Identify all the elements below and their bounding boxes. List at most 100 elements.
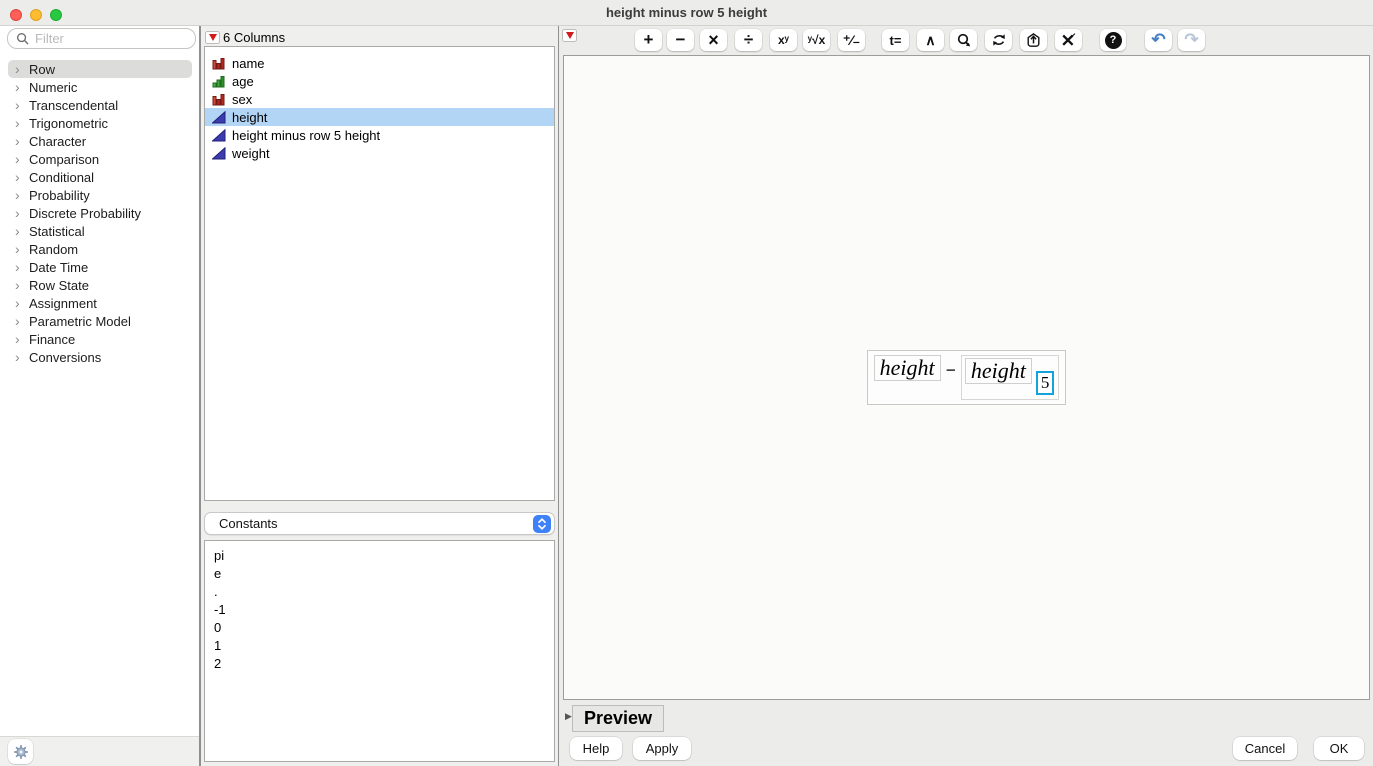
chevron-right-icon: › (15, 133, 20, 149)
circular-arrows-icon (992, 34, 1005, 46)
category-conditional[interactable]: › Conditional (8, 168, 192, 186)
formula-expression[interactable]: height − height 5 (866, 350, 1067, 405)
constant-item-1[interactable]: 1 (205, 637, 554, 655)
category-conversions[interactable]: › Conversions (8, 348, 192, 366)
columns-list: name age sex height height minus row 5 h… (204, 46, 555, 501)
chevron-right-icon: › (15, 61, 20, 77)
function-category-sidebar: ›Row ›Numeric ›Transcendental ›Trigonome… (0, 26, 200, 766)
constant-item-missing[interactable]: . (205, 583, 554, 601)
column-item-sex[interactable]: sex (205, 90, 554, 108)
disclosure-triangle-icon: ▶ (565, 711, 572, 721)
category-probability[interactable]: › Probability (8, 186, 192, 204)
multiply-button[interactable]: × (700, 29, 727, 51)
category-row-state[interactable]: › Row State (8, 276, 192, 294)
question-mark-icon: ? (1104, 31, 1122, 49)
swap-terms-button[interactable] (985, 29, 1012, 51)
category-finance[interactable]: › Finance (8, 330, 192, 348)
formula-subscripted-term[interactable]: height 5 (960, 355, 1060, 400)
dialog-actions: Help Apply Cancel OK (559, 733, 1373, 766)
chevron-right-icon: › (15, 331, 20, 347)
settings-button[interactable] (8, 739, 33, 764)
subtract-button[interactable]: − (667, 29, 694, 51)
rotate-term-button[interactable] (950, 29, 977, 51)
continuous-column-icon (211, 128, 226, 142)
function-group-value: Constants (219, 516, 278, 531)
titlebar: height minus row 5 height (0, 0, 1373, 26)
apply-button[interactable]: Apply (633, 737, 691, 760)
help-toolbar-button[interactable]: ? (1100, 29, 1126, 51)
filter-field[interactable] (7, 28, 196, 49)
chevron-right-icon: › (15, 349, 20, 365)
category-list: › Row › Numeric › Transcendental › Trigonome… (0, 60, 200, 366)
divide-button[interactable]: ÷ (735, 29, 762, 51)
constant-item-2[interactable]: 2 (205, 655, 554, 673)
add-button[interactable]: + (635, 29, 662, 51)
chevron-right-icon: › (15, 241, 20, 257)
undo-button[interactable]: ↶ (1145, 29, 1172, 51)
column-item-height-minus-row-5-height[interactable]: height minus row 5 height (205, 126, 554, 144)
chevron-right-icon: › (15, 313, 20, 329)
redo-button[interactable]: ↷ (1178, 29, 1205, 51)
columns-panel: 6 Columns name age sex height height min… (200, 26, 559, 766)
chevron-right-icon: › (15, 115, 20, 131)
ok-button[interactable]: OK (1314, 737, 1364, 760)
preview-section[interactable]: ▶ Preview (559, 700, 1373, 733)
category-parametric-model[interactable]: › Parametric Model (8, 312, 192, 330)
formula-canvas: height − height 5 (563, 55, 1370, 700)
root-button[interactable]: ʸ√x (803, 29, 830, 51)
chevron-right-icon: › (15, 223, 20, 239)
gear-icon (13, 744, 28, 759)
category-transcendental[interactable]: › Transcendental (8, 96, 192, 114)
help-button[interactable]: Help (570, 737, 622, 760)
formula-right-operand[interactable]: height (964, 358, 1032, 384)
category-statistical[interactable]: › Statistical (8, 222, 192, 240)
function-group-select[interactable]: Constants (204, 512, 555, 535)
minus-operator[interactable]: − (946, 361, 956, 379)
nominal-column-icon (211, 93, 226, 106)
switch-sign-button[interactable]: ⁺⁄₋ (838, 29, 865, 51)
category-character[interactable]: › Character (8, 132, 192, 150)
constant-item-e[interactable]: e (205, 565, 554, 583)
formula-left-operand[interactable]: height (873, 355, 941, 381)
up-arrow-badge-icon (1027, 32, 1040, 47)
boxing-button[interactable] (1020, 29, 1047, 51)
column-item-weight[interactable]: weight (205, 144, 554, 162)
column-item-height[interactable]: height (205, 108, 554, 126)
column-item-name[interactable]: name (205, 54, 554, 72)
peel-expression-button[interactable]: ∧ (917, 29, 944, 51)
category-date-time[interactable]: › Date Time (8, 258, 192, 276)
chevron-right-icon: › (15, 277, 20, 293)
constant-item-0[interactable]: 0 (205, 619, 554, 637)
filter-input[interactable] (35, 31, 187, 46)
chevron-right-icon: › (15, 187, 20, 203)
category-numeric[interactable]: › Numeric (8, 78, 192, 96)
category-assignment[interactable]: › Assignment (8, 294, 192, 312)
preview-header[interactable]: Preview (572, 705, 665, 732)
category-random[interactable]: › Random (8, 240, 192, 258)
columns-menu-button[interactable] (205, 31, 220, 44)
delete-expression-button[interactable] (1055, 29, 1082, 51)
row-subscript-selected[interactable]: 5 (1035, 371, 1055, 395)
formula-editor-window: height minus row 5 height ›Row ›Numeric … (0, 0, 1373, 766)
category-row[interactable]: › Row (8, 60, 192, 78)
columns-header: 6 Columns (205, 30, 285, 45)
constant-item-neg1[interactable]: -1 (205, 601, 554, 619)
red-triangle-icon (565, 32, 574, 39)
local-variable-button[interactable]: t= (882, 29, 909, 51)
delete-x-icon (1062, 33, 1076, 46)
undo-arrow-icon: ↶ (1151, 30, 1166, 49)
rotate-q-icon (957, 33, 970, 46)
column-item-age[interactable]: age (205, 72, 554, 90)
constants-list: pi e . -1 0 1 2 (204, 540, 555, 762)
sidebar-footer (0, 736, 199, 766)
cancel-button[interactable]: Cancel (1233, 737, 1297, 760)
chevron-right-icon: › (15, 205, 20, 221)
category-comparison[interactable]: › Comparison (8, 150, 192, 168)
power-button[interactable]: xʸ (770, 29, 797, 51)
constant-item-pi[interactable]: pi (205, 547, 554, 565)
category-trigonometric[interactable]: › Trigonometric (8, 114, 192, 132)
search-icon (16, 32, 29, 45)
category-discrete-probability[interactable]: › Discrete Probability (8, 204, 192, 222)
formula-menu-button[interactable] (562, 29, 577, 42)
columns-count-label: 6 Columns (223, 30, 286, 45)
